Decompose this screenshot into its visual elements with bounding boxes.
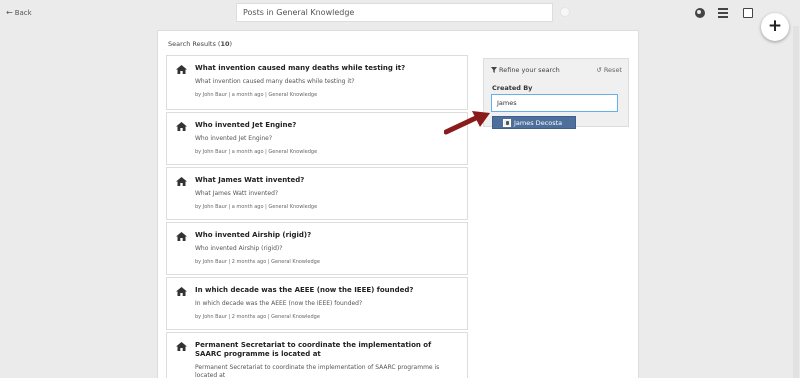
item-meta: by John Baur | 2 months ago | General Kn… <box>195 259 320 265</box>
item-meta: by John Baur | a month ago | General Kno… <box>195 204 318 210</box>
home-icon <box>176 122 187 131</box>
item-question: Who invented Jet Engine? <box>195 135 273 142</box>
item-question: Who invented Airship (rigid)? <box>195 245 283 252</box>
add-button[interactable]: + <box>761 13 789 41</box>
item-meta: by John Baur | a month ago | General Kno… <box>195 92 318 98</box>
reset-icon: ↺ <box>596 66 602 74</box>
autocomplete-suggestion[interactable]: James Decosta <box>492 116 576 129</box>
search-results-title: Search Results (10) <box>168 40 233 48</box>
item-title[interactable]: What invention caused many deaths while … <box>195 64 458 73</box>
item-meta: by John Baur | 2 months ago | General Kn… <box>195 314 320 320</box>
note-icon[interactable] <box>743 8 753 18</box>
item-question: What invention caused many deaths while … <box>195 78 355 85</box>
filter-icon <box>491 67 497 73</box>
item-question: In which decade was the AEEE (now the IE… <box>195 300 363 307</box>
item-title[interactable]: Who invented Airship (rigid)? <box>195 231 458 240</box>
item-question: Permanent Secretariat to coordinate the … <box>195 364 440 378</box>
list-item[interactable]: Permanent Secretariat to coordinate the … <box>166 332 468 378</box>
results-count: 10 <box>220 40 230 48</box>
search-clear-icon[interactable] <box>560 7 570 17</box>
list-item[interactable]: What James Watt invented? What James Wat… <box>166 167 468 220</box>
home-icon <box>176 287 187 296</box>
item-title[interactable]: In which decade was the AEEE (now the IE… <box>195 286 458 295</box>
arrow-left-icon: ← <box>6 8 13 17</box>
list-icon[interactable] <box>718 8 728 18</box>
reset-button[interactable]: ↺ Reset <box>596 66 622 74</box>
list-item[interactable]: Who invented Airship (rigid)? Who invent… <box>166 222 468 275</box>
top-bar: ← Back Posts in General Knowledge <box>0 0 800 26</box>
scrollbar[interactable] <box>793 26 799 378</box>
back-button[interactable]: ← Back <box>6 8 32 17</box>
avatar <box>503 118 511 127</box>
item-title[interactable]: What James Watt invented? <box>195 176 458 185</box>
home-icon <box>176 232 187 241</box>
list-item[interactable]: In which decade was the AEEE (now the IE… <box>166 277 468 330</box>
search-input[interactable]: Posts in General Knowledge <box>236 3 553 22</box>
item-title[interactable]: Who invented Jet Engine? <box>195 121 458 130</box>
home-icon <box>176 177 187 186</box>
refine-title: Refine your search <box>491 66 560 74</box>
reset-label: Reset <box>603 66 622 74</box>
home-icon <box>176 342 187 351</box>
back-label: Back <box>14 8 32 17</box>
annotation-arrow-icon <box>444 111 490 135</box>
home-icon <box>176 65 187 74</box>
item-title[interactable]: Permanent Secretariat to coordinate the … <box>195 341 458 359</box>
refine-title-label: Refine your search <box>499 66 560 74</box>
suggestion-label: James Decosta <box>514 118 563 127</box>
item-question: What James Watt invented? <box>195 190 279 197</box>
main-panel: Search Results (10) What invention cause… <box>157 30 639 378</box>
item-meta: by John Baur | a month ago | General Kno… <box>195 149 318 155</box>
results-list: What invention caused many deaths while … <box>166 55 468 378</box>
list-item[interactable]: Who invented Jet Engine? Who invented Je… <box>166 112 468 165</box>
list-item[interactable]: What invention caused many deaths while … <box>166 55 468 110</box>
created-by-input[interactable]: James <box>491 94 618 112</box>
created-by-label: Created By <box>492 84 533 92</box>
globe-icon[interactable] <box>695 8 705 18</box>
refine-panel: Refine your search ↺ Reset Created By Ja… <box>483 58 629 129</box>
